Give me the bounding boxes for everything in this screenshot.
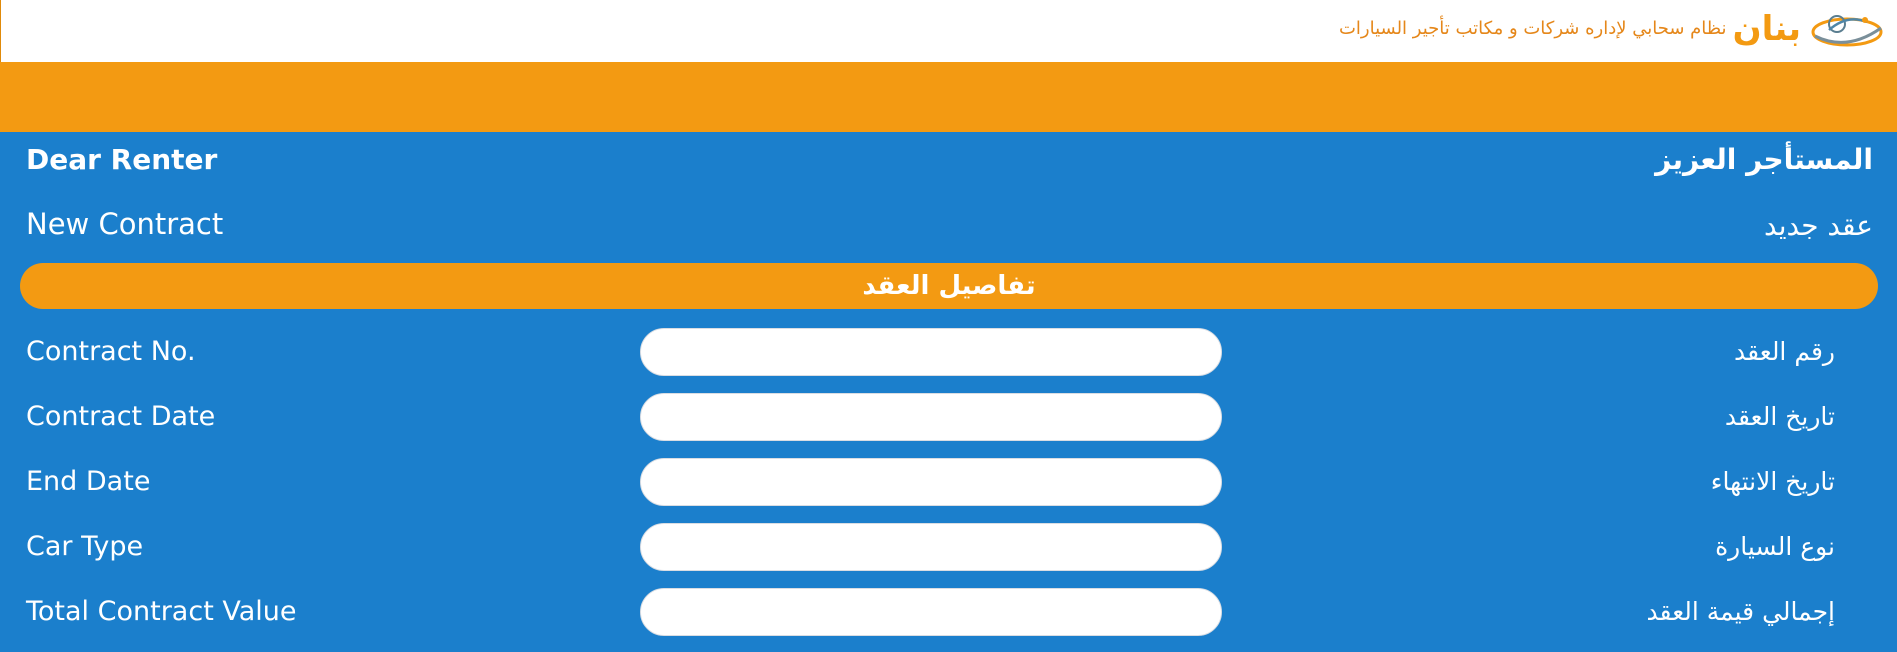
total-value-input[interactable]: [640, 588, 1222, 636]
greeting-ar: المستأجر العزيز: [1655, 143, 1873, 176]
contract-details-header: تفاصيل العقد: [20, 263, 1878, 309]
contract-panel: Dear Renter المستأجر العزيز New Contract…: [0, 132, 1897, 652]
brand-name: بنان: [1732, 9, 1801, 49]
car-type-label-ar: نوع السيارة: [1715, 532, 1835, 561]
car-swoosh-logo-icon: [1811, 15, 1883, 47]
contract-no-input[interactable]: [640, 328, 1222, 376]
new-contract-ar: عقد جديد: [1764, 209, 1873, 242]
contract-date-label-ar: تاريخ العقد: [1724, 402, 1835, 431]
orange-banner: [0, 62, 1897, 132]
greeting-en: Dear Renter: [26, 143, 218, 176]
car-type-input[interactable]: [640, 523, 1222, 571]
contract-date-label-en: Contract Date: [26, 401, 216, 432]
app-header: بنان نظام سحابي لإداره شركات و مكاتب تأج…: [0, 0, 1897, 62]
end-date-label-en: End Date: [26, 466, 151, 497]
field-row-total-value: Total Contract Value إجمالي قيمة العقد: [0, 588, 1897, 636]
contract-no-label-en: Contract No.: [26, 336, 196, 367]
contract-no-label-ar: رقم العقد: [1733, 337, 1835, 366]
field-row-contract-no: Contract No. رقم العقد: [0, 328, 1897, 376]
field-row-car-type: Car Type نوع السيارة: [0, 523, 1897, 571]
brand-tagline: نظام سحابي لإداره شركات و مكاتب تأجير ال…: [1338, 18, 1727, 39]
field-row-contract-date: Contract Date تاريخ العقد: [0, 393, 1897, 441]
contract-date-input[interactable]: [640, 393, 1222, 441]
section-title: تفاصيل العقد: [862, 271, 1036, 301]
end-date-label-ar: تاريخ الانتهاء: [1710, 467, 1835, 496]
new-contract-en: New Contract: [26, 207, 224, 241]
end-date-input[interactable]: [640, 458, 1222, 506]
brand-logo-group[interactable]: بنان نظام سحابي لإداره شركات و مكاتب تأج…: [1339, 4, 1887, 54]
car-type-label-en: Car Type: [26, 531, 144, 562]
field-row-end-date: End Date تاريخ الانتهاء: [0, 458, 1897, 506]
total-value-label-en: Total Contract Value: [26, 596, 297, 627]
total-value-label-ar: إجمالي قيمة العقد: [1646, 597, 1835, 626]
